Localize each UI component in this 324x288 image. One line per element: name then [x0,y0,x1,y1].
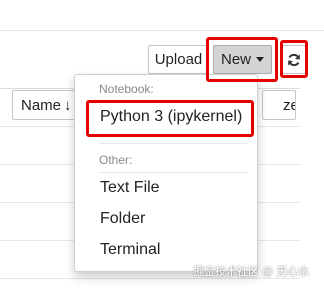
header-divider [0,30,324,31]
menu-item-folder[interactable]: Folder [100,210,145,228]
sort-by-size-button[interactable]: ze [262,90,296,120]
refresh-icon [288,53,300,66]
size-column-label: ze [283,96,295,114]
new-dropdown-menu: Notebook: Python 3 (ipykernel) Other: Te… [74,74,258,272]
sort-by-name-button[interactable]: Name ↓ [12,90,78,120]
menu-item-terminal[interactable]: Terminal [100,241,160,259]
other-header: Other: [99,153,133,167]
menu-item-text-file[interactable]: Text File [100,179,160,197]
caret-down-icon [256,57,264,62]
upload-label: Upload [154,51,203,68]
notebook-header: Notebook: [99,82,154,96]
upload-button[interactable]: Upload [148,45,209,74]
new-button[interactable]: New [213,45,272,74]
arrow-down-icon: ↓ [64,96,72,114]
new-label: New [220,51,251,68]
watermark-text: 掘金技术社区 @ 无心水 [193,266,310,278]
menu-divider [99,172,247,173]
name-column-label: Name [21,96,62,114]
menu-item-python3[interactable]: Python 3 (ipykernel) [100,108,242,126]
menu-divider [99,143,247,144]
refresh-button[interactable] [282,45,306,74]
